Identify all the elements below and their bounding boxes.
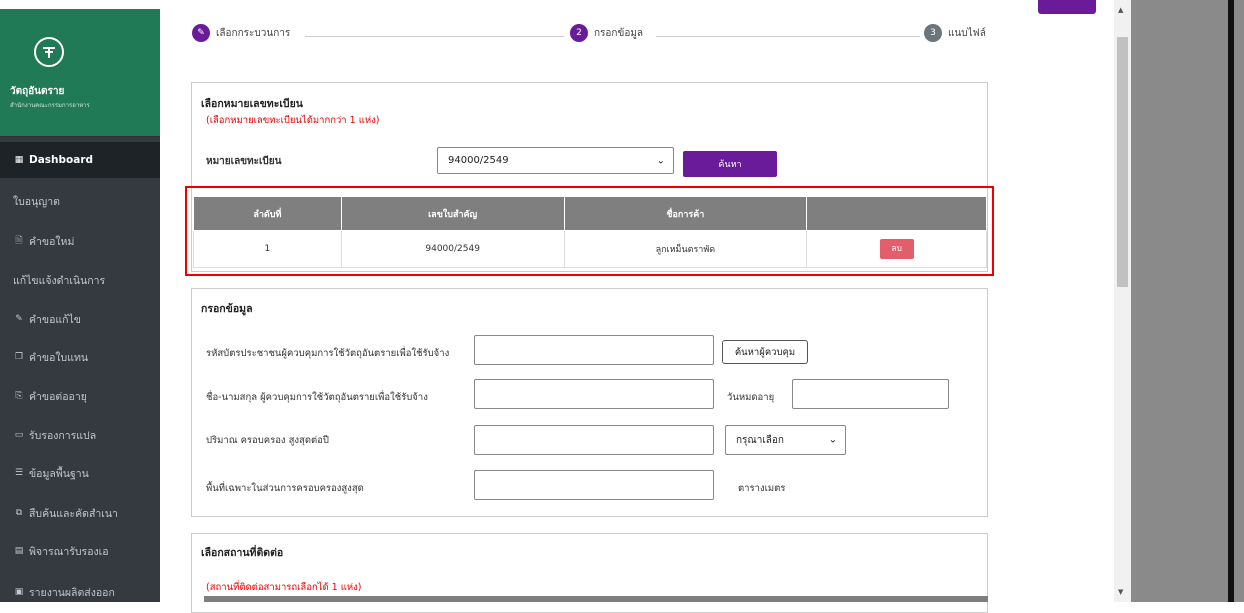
max-quantity-input[interactable] xyxy=(474,425,714,455)
brand-name: วัตถุอันตราย xyxy=(10,86,65,97)
sidebar-item-replacement[interactable]: ❐ คำขอใบแทน xyxy=(0,339,160,375)
renew-icon: ⎘ xyxy=(15,391,23,401)
top-action-button[interactable] xyxy=(1038,0,1096,14)
area-input[interactable] xyxy=(474,470,714,500)
brand-subtitle: สำนักงานคณะกรรมการอาหาร xyxy=(10,102,90,109)
sidebar-item-edit-notice[interactable]: แก้ไขแจ้งดำเนินการ xyxy=(0,262,160,298)
book-icon: ▤ xyxy=(14,546,24,556)
report-icon: ▣ xyxy=(14,587,24,597)
sidebar-item-edit-request[interactable]: ✎ คำขอแก้ไข xyxy=(0,301,160,337)
registration-title: เลือกหมายเลขทะเบียน xyxy=(201,98,303,110)
registration-select[interactable]: 94000/2549 ⌄ xyxy=(437,147,674,174)
max-quantity-label: ปริมาณ ครอบครอง สูงสุดต่อปี xyxy=(206,435,329,446)
file-icon: 🗎 xyxy=(15,236,23,246)
controller-name-label: ชื่อ-นามสกุล ผู้ควบคุมการใช้วัตถุอันตราย… xyxy=(206,392,428,403)
scrollbar-thumb[interactable] xyxy=(1117,37,1128,287)
area-label: พื้นที่เฉพาะในส่วนการครอบครองสูงสุด xyxy=(206,483,364,494)
registration-note: (เลือกหมายเลขทะเบียนได้มากกว่า 1 แห่ง) xyxy=(206,115,380,126)
sidebar-item-report[interactable]: ▣ รายงานผลิตส่งออก xyxy=(0,574,160,602)
registration-field-label: หมายเลขทะเบียน xyxy=(206,156,282,167)
contact-table-header xyxy=(204,596,988,602)
sidebar-item-translation[interactable]: ▭ รับรองการแปล xyxy=(0,417,160,453)
sidebar: วัตถุอันตราย สำนักงานคณะกรรมการอาหาร ▦ Da… xyxy=(0,0,160,602)
controller-id-label: รหัสบัตรประชาชนผู้ควบคุมการใช้วัตถุอันตร… xyxy=(206,348,450,359)
list-icon: ☰ xyxy=(14,468,24,478)
scroll-down-icon[interactable]: ▼ xyxy=(1118,588,1123,596)
step-attach-file[interactable]: 3 แนบไฟล์ xyxy=(924,24,986,42)
id-card-icon: ▭ xyxy=(14,430,24,440)
contact-title: เลือกสถานที่ติดต่อ xyxy=(201,547,284,559)
brand-panel: วัตถุอันตราย สำนักงานคณะกรรมการอาหาร xyxy=(0,0,160,137)
expiry-label: วันหมดอายุ xyxy=(727,392,775,403)
step-select-process[interactable]: ✎ เลือกกระบวนการ xyxy=(192,24,290,42)
search-button[interactable]: ค้นหา xyxy=(683,151,777,177)
search-controller-button[interactable]: ค้นหาผู้ควบคุม xyxy=(722,340,808,364)
scroll-up-icon[interactable]: ▲ xyxy=(1118,6,1123,14)
chevron-down-icon: ⌄ xyxy=(828,434,837,446)
data-entry-title: กรอกข้อมูล xyxy=(201,303,253,315)
copy-outline-icon: ⧉ xyxy=(15,508,23,518)
sidebar-item-license[interactable]: ใบอนุญาต xyxy=(0,183,160,219)
expiry-input[interactable] xyxy=(792,379,949,409)
scrollbar[interactable]: ▲ ▼ xyxy=(1114,0,1131,602)
controller-name-input[interactable] xyxy=(474,379,714,409)
pencil-icon: ✎ xyxy=(192,24,210,42)
sidebar-item-consider[interactable]: ▤ พิจารณารับรองเอ xyxy=(0,533,160,569)
unit-select[interactable]: กรุณาเลือก ⌄ xyxy=(725,425,846,455)
sidebar-item-search-copy[interactable]: ⧉ สืบค้นและคัดสำเนา xyxy=(0,495,160,531)
dashboard-icon: ▦ xyxy=(14,155,24,165)
sidebar-item-dashboard[interactable]: ▦ Dashboard xyxy=(0,142,160,178)
contact-note: (สถานที่ติดต่อสามารถเลือกได้ 1 แห่ง) xyxy=(206,582,362,593)
step-connector xyxy=(656,36,920,37)
side-panel-overlay xyxy=(1131,0,1244,602)
controller-id-input[interactable] xyxy=(474,335,714,365)
sidebar-item-basic-data[interactable]: ☰ ข้อมูลพื้นฐาน xyxy=(0,455,160,491)
step-fill-data[interactable]: 2 กรอกข้อมูล xyxy=(570,24,643,42)
chevron-down-icon: ⌄ xyxy=(656,155,665,166)
sidebar-item-new-request[interactable]: 🗎 คำขอใหม่ xyxy=(0,223,160,259)
edit-icon: ✎ xyxy=(15,314,23,324)
sidebar-item-renewal[interactable]: ⎘ คำขอต่ออายุ xyxy=(0,378,160,414)
logo-icon xyxy=(34,37,64,67)
step-connector xyxy=(305,36,564,37)
copy-icon: ❐ xyxy=(14,352,24,362)
area-unit: ตารางเมตร xyxy=(738,483,786,494)
highlight-box xyxy=(185,186,994,276)
